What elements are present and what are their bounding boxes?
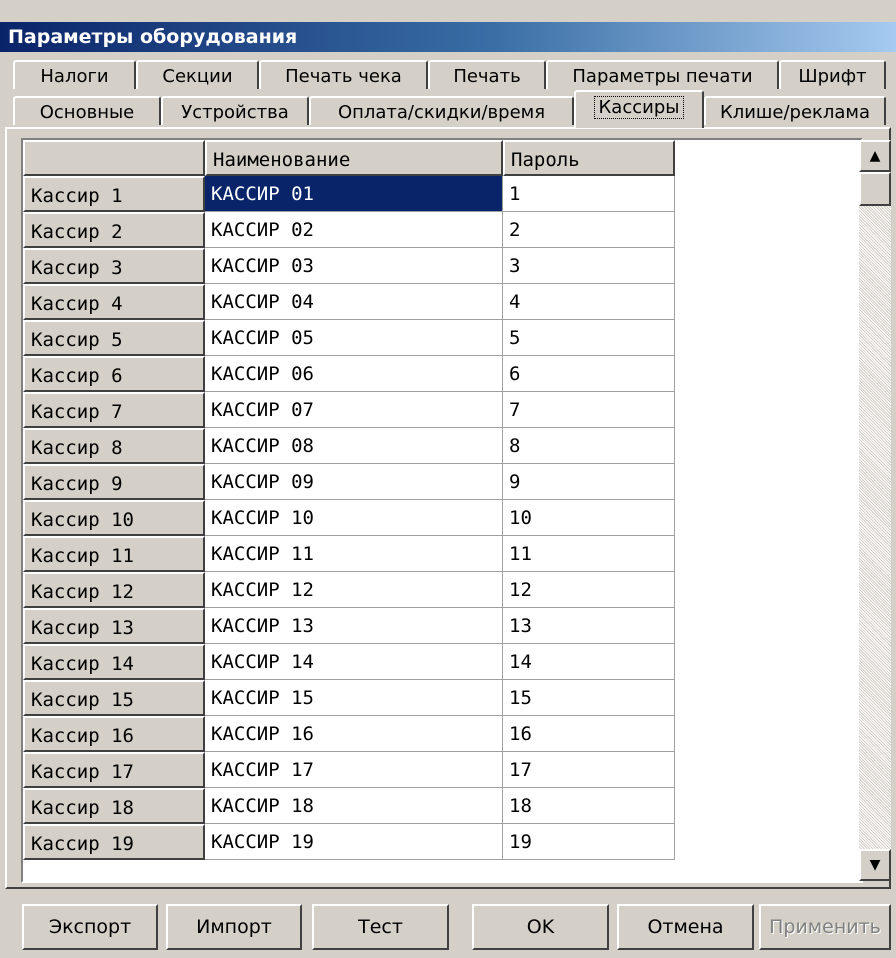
row-header[interactable]: Кассир 10 [23, 500, 205, 536]
cashier-name-cell[interactable]: КАССИР 13 [205, 608, 503, 644]
column-header-name[interactable]: Наименование [205, 140, 503, 176]
row-header[interactable]: Кассир 19 [23, 824, 205, 860]
export-button[interactable]: Экспорт [22, 904, 158, 950]
cashier-name-cell[interactable]: КАССИР 19 [205, 824, 503, 860]
cashier-name-cell[interactable]: КАССИР 10 [205, 500, 503, 536]
row-header[interactable]: Кассир 7 [23, 392, 205, 428]
cashier-password-cell[interactable]: 11 [503, 536, 675, 572]
cashier-password-cell[interactable]: 19 [503, 824, 675, 860]
cashier-name-cell[interactable]: КАССИР 02 [205, 212, 503, 248]
row-header[interactable]: Кассир 18 [23, 788, 205, 824]
cashier-password-cell[interactable]: 1 [503, 176, 675, 212]
cashier-name-cell[interactable]: КАССИР 08 [205, 428, 503, 464]
vertical-scrollbar[interactable]: ▲ ▼ [859, 140, 891, 881]
arrow-down-icon[interactable]: ▼ [859, 849, 891, 881]
cashier-name-cell[interactable]: КАССИР 12 [205, 572, 503, 608]
row-header[interactable]: Кассир 1 [23, 176, 205, 212]
tab-print-parameters[interactable]: Параметры печати [546, 60, 779, 89]
test-button[interactable]: Тест [312, 904, 449, 950]
cashier-name-cell[interactable]: КАССИР 09 [205, 464, 503, 500]
cashier-name-cell[interactable]: КАССИР 17 [205, 752, 503, 788]
row-header[interactable]: Кассир 15 [23, 680, 205, 716]
row-header[interactable]: Кассир 17 [23, 752, 205, 788]
row-header[interactable]: Кассир 16 [23, 716, 205, 752]
cashier-password-cell[interactable]: 2 [503, 212, 675, 248]
cashier-password-cell[interactable]: 6 [503, 356, 675, 392]
row-header[interactable]: Кассир 6 [23, 356, 205, 392]
tab-cashiers[interactable]: Кассиры [574, 90, 704, 128]
apply-button[interactable]: Применить [759, 904, 891, 950]
scrollbar-thumb[interactable] [859, 172, 891, 206]
cashier-name-cell[interactable]: КАССИР 04 [205, 284, 503, 320]
cashier-password-cell[interactable]: 5 [503, 320, 675, 356]
cashier-name-cell[interactable]: КАССИР 15 [205, 680, 503, 716]
row-header[interactable]: Кассир 3 [23, 248, 205, 284]
cashier-name-cell[interactable]: КАССИР 07 [205, 392, 503, 428]
cashier-password-cell[interactable]: 17 [503, 752, 675, 788]
grid-header-corner [23, 140, 205, 176]
row-header[interactable]: Кассир 5 [23, 320, 205, 356]
cashier-password-cell[interactable]: 16 [503, 716, 675, 752]
cashier-password-cell[interactable]: 3 [503, 248, 675, 284]
row-header[interactable]: Кассир 4 [23, 284, 205, 320]
window-title-bar[interactable]: Параметры оборудования [0, 22, 896, 52]
row-header[interactable]: Кассир 11 [23, 536, 205, 572]
row-header[interactable]: Кассир 12 [23, 572, 205, 608]
tab-cliche-advertising[interactable]: Клише/реклама [704, 96, 886, 125]
tab-font[interactable]: Шрифт [779, 60, 886, 89]
cancel-button[interactable]: Отмена [617, 904, 754, 950]
window-title: Параметры оборудования [8, 26, 298, 48]
cashier-password-cell[interactable]: 14 [503, 644, 675, 680]
cashier-password-cell[interactable]: 7 [503, 392, 675, 428]
cashier-password-cell[interactable]: 12 [503, 572, 675, 608]
import-button[interactable]: Импорт [166, 904, 302, 950]
cashier-name-cell[interactable]: КАССИР 05 [205, 320, 503, 356]
tab-devices[interactable]: Устройства [161, 96, 309, 125]
cashier-name-cell[interactable]: КАССИР 06 [205, 356, 503, 392]
arrow-up-icon[interactable]: ▲ [859, 140, 891, 172]
cashier-name-cell[interactable]: КАССИР 14 [205, 644, 503, 680]
row-header[interactable]: Кассир 9 [23, 464, 205, 500]
column-header-password[interactable]: Пароль [503, 140, 675, 176]
cashier-name-cell[interactable]: КАССИР 03 [205, 248, 503, 284]
cashiers-grid[interactable]: Наименование Пароль Кассир 1 КАССИР 01 1 Ка… [21, 138, 863, 883]
cashier-password-cell[interactable]: 13 [503, 608, 675, 644]
tab-sections[interactable]: Секции [136, 60, 259, 89]
cashier-password-cell[interactable]: 15 [503, 680, 675, 716]
ok-button[interactable]: OK [472, 904, 609, 950]
tab-print[interactable]: Печать [428, 60, 546, 89]
cashier-password-cell[interactable]: 18 [503, 788, 675, 824]
tab-payment-discounts-time[interactable]: Оплата/скидки/время [309, 96, 574, 125]
cashier-name-cell[interactable]: КАССИР 16 [205, 716, 503, 752]
row-header[interactable]: Кассир 8 [23, 428, 205, 464]
row-header[interactable]: Кассир 14 [23, 644, 205, 680]
cashier-password-cell[interactable]: 8 [503, 428, 675, 464]
cashier-name-cell[interactable]: КАССИР 18 [205, 788, 503, 824]
cashier-password-cell[interactable]: 10 [503, 500, 675, 536]
row-header[interactable]: Кассир 13 [23, 608, 205, 644]
tab-receipt-print[interactable]: Печать чека [259, 60, 428, 89]
cashier-name-cell[interactable]: КАССИР 01 [205, 176, 503, 212]
tab-main[interactable]: Основные [13, 96, 161, 125]
cashier-password-cell[interactable]: 4 [503, 284, 675, 320]
tab-taxes[interactable]: Налоги [13, 60, 136, 89]
cashier-name-cell[interactable]: КАССИР 11 [205, 536, 503, 572]
row-header[interactable]: Кассир 2 [23, 212, 205, 248]
cashier-password-cell[interactable]: 9 [503, 464, 675, 500]
